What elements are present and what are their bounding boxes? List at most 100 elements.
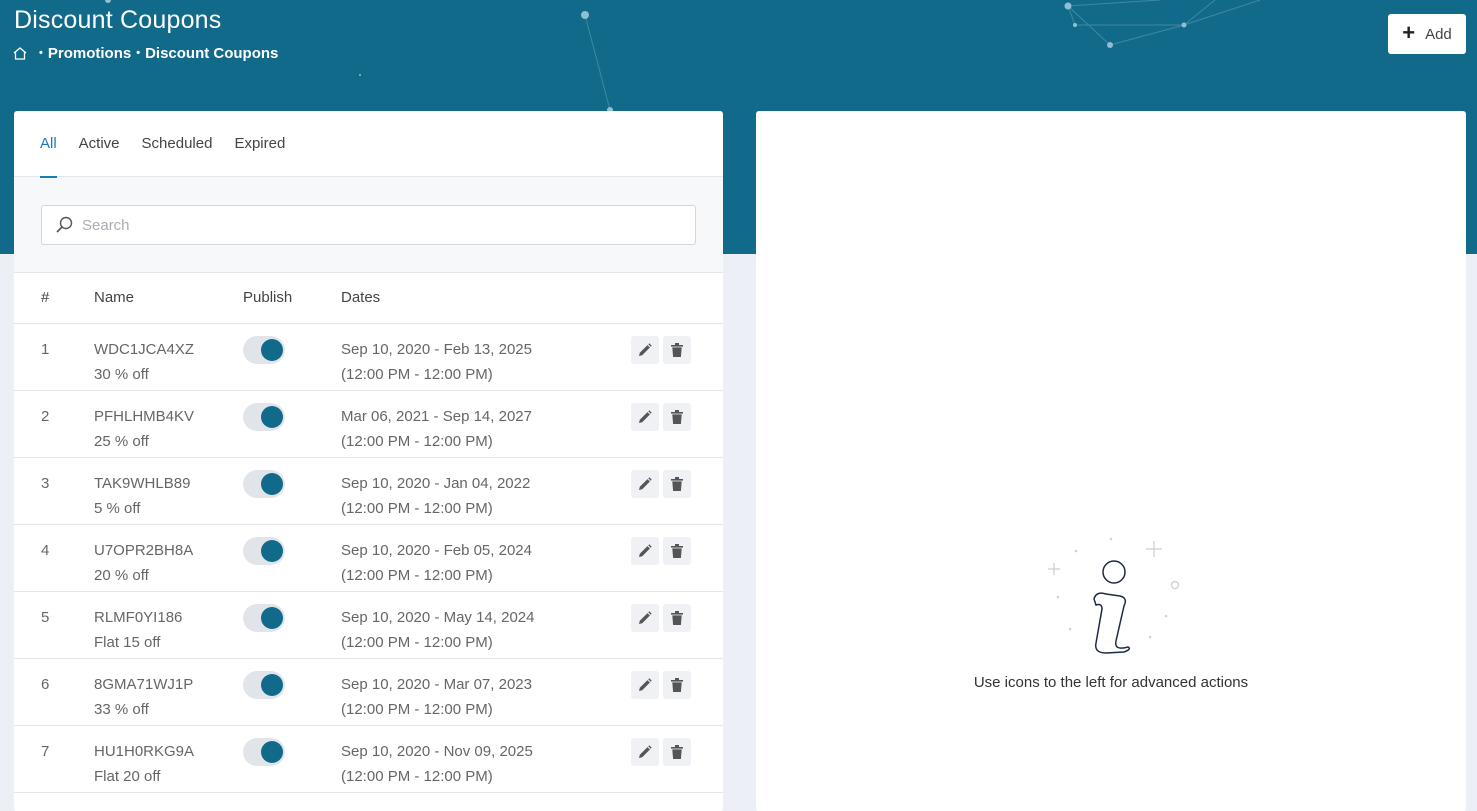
publish-cell (243, 323, 341, 390)
delete-button[interactable] (663, 335, 691, 364)
coupon-name-cell: U7OPR2BH8A 20 % off (94, 524, 243, 591)
publish-cell (243, 457, 341, 524)
coupon-date-range: Mar 06, 2021 - Sep 14, 2027 (341, 407, 532, 425)
delete-button[interactable] (663, 536, 691, 565)
column-header-name: Name (94, 273, 243, 324)
pencil-icon (639, 409, 652, 423)
coupon-code: HU1H0RKG9A (94, 742, 195, 760)
edit-button[interactable] (631, 402, 659, 431)
column-header-actions (631, 273, 723, 324)
coupon-date-range: Sep 10, 2020 - Mar 07, 2023 (341, 675, 532, 693)
row-number: 3 (41, 474, 50, 492)
trash-icon (671, 677, 683, 692)
publish-toggle[interactable] (243, 402, 285, 431)
info-icon (1048, 537, 1180, 654)
coupon-discount: 30 % off (94, 365, 149, 383)
edit-button[interactable] (631, 670, 659, 699)
breadcrumb-separator: • (136, 47, 141, 59)
coupon-time-range: (12:00 PM - 12:00 PM) (341, 499, 493, 517)
search-icon (54, 215, 74, 235)
breadcrumb-current: Discount Coupons (145, 44, 279, 62)
coupons-table: # Name Publish Dates 1 WDC1JCA4XZ 30 % off… (14, 273, 723, 793)
edit-button[interactable] (631, 469, 659, 498)
coupon-time-range: (12:00 PM - 12:00 PM) (341, 566, 493, 584)
coupon-name-cell: PFHLHMB4KV 25 % off (94, 390, 243, 457)
coupon-code: WDC1JCA4XZ (94, 340, 195, 358)
publish-toggle[interactable] (243, 670, 285, 699)
row-number: 7 (41, 742, 50, 760)
publish-toggle[interactable] (243, 469, 285, 498)
coupon-time-range: (12:00 PM - 12:00 PM) (341, 432, 493, 450)
delete-button[interactable] (663, 737, 691, 766)
plus-icon: + (1402, 20, 1416, 45)
publish-toggle[interactable] (243, 536, 285, 565)
coupon-discount: Flat 20 off (94, 767, 161, 785)
publish-toggle[interactable] (243, 603, 285, 632)
search-area (14, 177, 723, 273)
actions-cell (631, 524, 723, 591)
dates-cell: Sep 10, 2020 - Feb 05, 2024 (12:00 PM - 1… (341, 524, 631, 591)
edit-button[interactable] (631, 603, 659, 632)
coupon-discount: 33 % off (94, 700, 149, 718)
search-box (41, 205, 696, 245)
publish-cell (243, 524, 341, 591)
trash-icon (671, 342, 683, 357)
actions-cell (631, 457, 723, 524)
actions-cell (631, 591, 723, 658)
trash-icon (671, 744, 683, 759)
publish-cell (243, 725, 341, 792)
coupon-name-cell: RLMF0YI186 Flat 15 off (94, 591, 243, 658)
coupon-code: PFHLHMB4KV (94, 407, 195, 425)
breadcrumb-separator: • (39, 47, 43, 59)
coupon-time-range: (12:00 PM - 12:00 PM) (341, 365, 493, 383)
row-number: 5 (41, 608, 50, 626)
tab-scheduled[interactable]: Scheduled (142, 111, 213, 177)
row-number: 1 (41, 340, 50, 358)
coupon-time-range: (12:00 PM - 12:00 PM) (341, 633, 493, 651)
delete-button[interactable] (663, 603, 691, 632)
table-row: 5 RLMF0YI186 Flat 15 off Sep 10, 2020 - May… (14, 591, 723, 658)
publish-toggle[interactable] (243, 335, 285, 364)
breadcrumb-promotions[interactable]: Promotions (48, 45, 131, 62)
coupon-discount: 5 % off (94, 499, 141, 517)
page-title: Discount Coupons (14, 6, 222, 34)
tab-expired[interactable]: Expired (234, 111, 285, 177)
pencil-icon (639, 543, 652, 557)
tab-all[interactable]: All (40, 111, 57, 178)
coupon-date-range: Sep 10, 2020 - Feb 05, 2024 (341, 541, 532, 559)
coupon-name-cell: WDC1JCA4XZ 30 % off (94, 323, 243, 390)
coupon-date-range: Sep 10, 2020 - Jan 04, 2022 (341, 474, 531, 492)
row-number: 6 (41, 675, 50, 693)
row-number: 2 (41, 407, 50, 425)
pencil-icon (639, 744, 652, 758)
edit-button[interactable] (631, 335, 659, 364)
row-number: 4 (41, 541, 50, 559)
tab-active[interactable]: Active (79, 111, 120, 177)
coupon-date-range: Sep 10, 2020 - Feb 13, 2025 (341, 340, 532, 358)
edit-button[interactable] (631, 536, 659, 565)
filter-tabs: All Active Scheduled Expired (14, 111, 723, 178)
add-button[interactable]: + Add (1388, 14, 1466, 54)
breadcrumb: • Promotions • Discount Coupons (12, 44, 278, 62)
delete-button[interactable] (663, 670, 691, 699)
home-icon[interactable] (12, 45, 28, 61)
delete-button[interactable] (663, 469, 691, 498)
coupon-name-cell: HU1H0RKG9A Flat 20 off (94, 725, 243, 792)
empty-state-message: Use icons to the left for advanced actio… (973, 674, 1249, 691)
coupon-code: U7OPR2BH8A (94, 541, 194, 559)
edit-button[interactable] (631, 737, 659, 766)
table-row: 3 TAK9WHLB89 5 % off Sep 10, 2020 - Jan 04,… (14, 457, 723, 524)
toggle-knob (261, 338, 283, 361)
toggle-knob (261, 539, 283, 562)
publish-cell (243, 658, 341, 725)
dates-cell: Sep 10, 2020 - Feb 13, 2025 (12:00 PM - 1… (341, 323, 631, 390)
table-row: 2 PFHLHMB4KV 25 % off Mar 06, 2021 - Sep 14… (14, 390, 723, 457)
coupon-code: RLMF0YI186 (94, 608, 183, 626)
trash-icon (671, 476, 683, 491)
trash-icon (671, 543, 683, 558)
publish-toggle[interactable] (243, 737, 285, 766)
search-input[interactable] (82, 216, 662, 234)
toggle-knob (261, 405, 283, 428)
coupon-discount: 25 % off (94, 432, 149, 450)
delete-button[interactable] (663, 402, 691, 431)
